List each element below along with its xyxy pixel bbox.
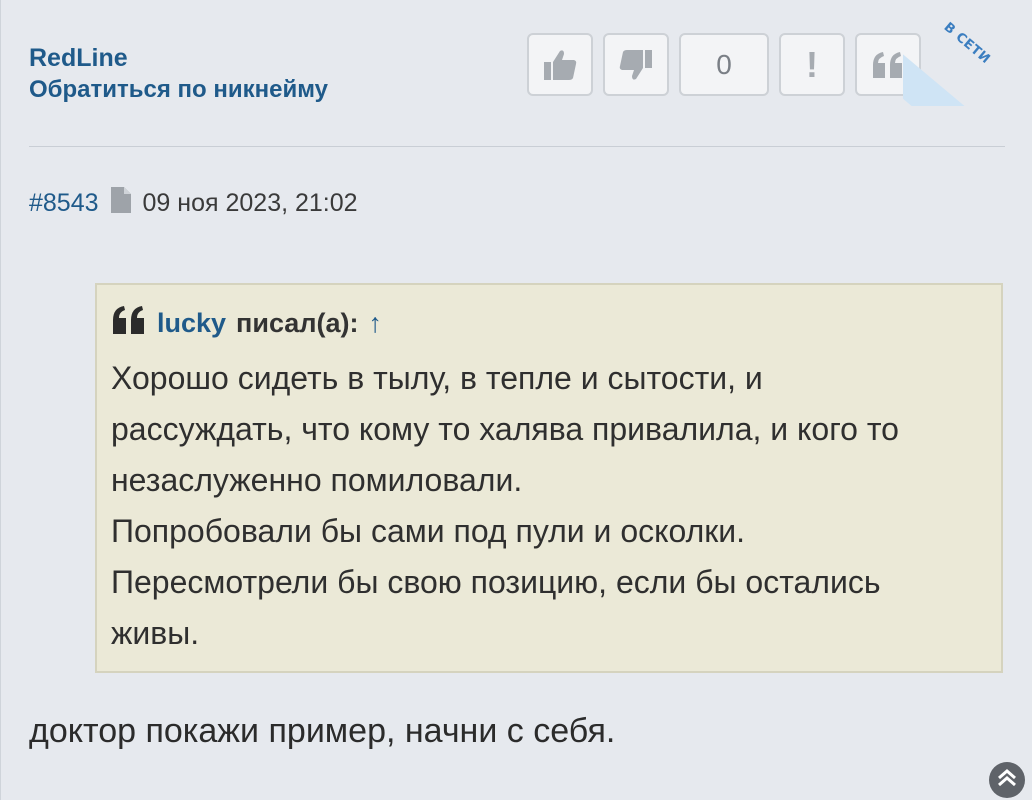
scroll-to-top-button[interactable] [989, 762, 1025, 798]
quote-block: lucky писал(а): ↑ Хорошо сидеть в тылу, … [95, 283, 1003, 673]
quote-header: lucky писал(а): ↑ [111, 305, 382, 342]
post-meta: #8543 09 ноя 2023, 21:02 [29, 186, 358, 221]
quote-line: Хорошо сидеть в тылу, в тепле и сытости,… [111, 360, 763, 396]
thumbs-up-icon [542, 48, 578, 82]
report-button[interactable]: ! [779, 33, 845, 96]
rating-counter: 0 [679, 33, 769, 96]
quote-mark-icon [111, 305, 147, 342]
quote-author-link[interactable]: lucky [157, 308, 226, 339]
online-status-label: В СЕТИ [940, 19, 993, 68]
thumbs-down-icon [618, 48, 654, 82]
dislike-button[interactable] [603, 33, 669, 96]
online-status-ribbon: В СЕТИ [903, 6, 1032, 106]
quote-line: незаслуженно помиловали. [111, 462, 523, 498]
post-number-link[interactable]: #8543 [29, 189, 99, 218]
post-date: 09 ноя 2023, 21:02 [142, 189, 358, 217]
quote-line: рассуждать, что кому то халява привалила… [111, 411, 899, 447]
mention-by-nickname-link[interactable]: Обратиться по никнейму [29, 76, 328, 104]
document-icon[interactable] [109, 186, 133, 221]
post-actions: 0 ! [527, 33, 921, 96]
quote-text: Хорошо сидеть в тылу, в тепле и сытости,… [111, 353, 991, 659]
divider [29, 146, 1005, 147]
forum-post: RedLine Обратиться по никнейму 0 ! В СЕТ… [0, 0, 1032, 800]
report-label: ! [806, 43, 818, 85]
post-body-text: доктор покажи пример, начни с себя. [29, 712, 616, 750]
quote-wrote-label: писал(а): [236, 308, 359, 338]
like-button[interactable] [527, 33, 593, 96]
chevron-up-icon [996, 768, 1018, 793]
quote-line: живы. [111, 615, 200, 651]
quote-icon [871, 51, 905, 79]
quote-source-arrow-link[interactable]: ↑ [368, 308, 382, 339]
quote-line: Пересмотрели бы свою позицию, если бы ос… [111, 564, 881, 600]
quote-line: Попробовали бы сами под пули и осколки. [111, 513, 745, 549]
author-name[interactable]: RedLine [29, 44, 128, 73]
